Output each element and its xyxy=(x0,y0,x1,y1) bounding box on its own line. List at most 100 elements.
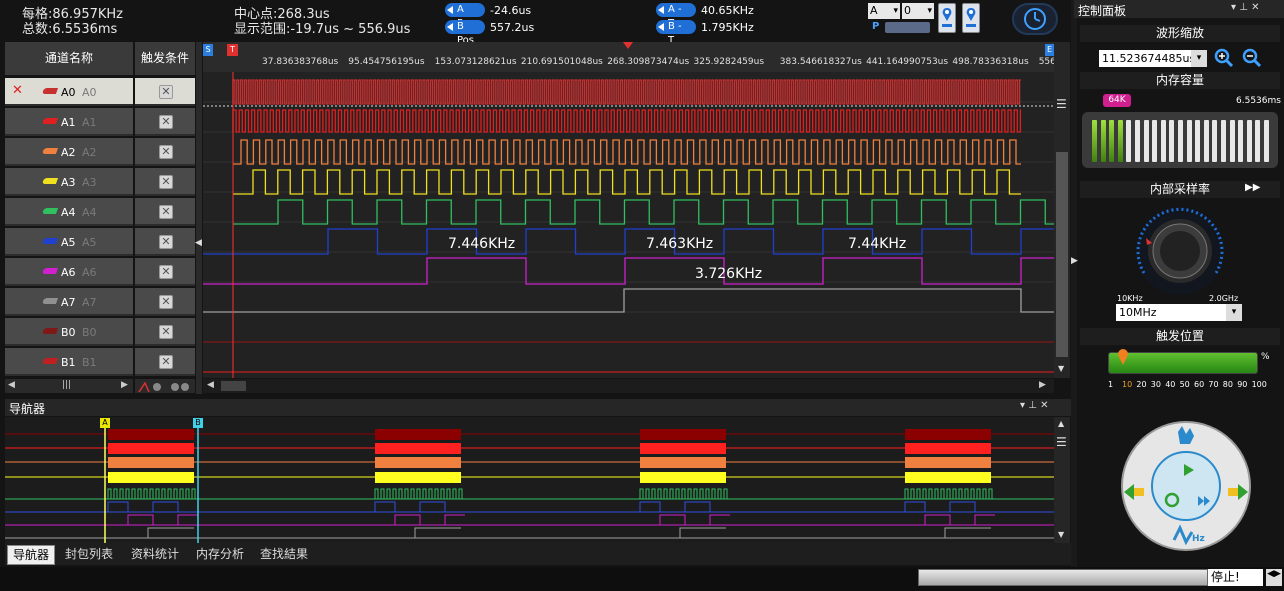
trigger-cell-a6[interactable]: ✕ xyxy=(135,258,195,286)
tab-packet-list[interactable]: 封包列表 xyxy=(65,545,113,565)
scroll-right-icon[interactable]: ▶ xyxy=(121,380,128,390)
memory-segment xyxy=(1169,120,1175,162)
panel-menu-icon[interactable]: ▾ ⊥ ✕ xyxy=(1231,2,1259,13)
scroll-down-icon[interactable]: ▼ xyxy=(1058,364,1064,373)
channel-alias: A6 xyxy=(82,266,97,279)
scroll-thumb[interactable]: ||| xyxy=(62,380,71,390)
trigger-any-icon[interactable]: ✕ xyxy=(159,295,173,309)
waveform-canvas[interactable] xyxy=(203,72,1054,378)
memory-segment xyxy=(1212,120,1218,162)
trigger-cell-a2[interactable]: ✕ xyxy=(135,138,195,166)
navigation-dpad[interactable]: Hz xyxy=(1120,420,1252,552)
channel-row-b0[interactable]: B0 B0 xyxy=(5,318,133,346)
memory-capacity-meter[interactable] xyxy=(1082,112,1278,168)
status-scroll[interactable]: ◀▶ xyxy=(1266,569,1282,586)
trigger-any-icon[interactable]: ✕ xyxy=(159,175,173,189)
trigger-cell-b0[interactable]: ✕ xyxy=(135,318,195,346)
trigger-any-icon[interactable]: ✕ xyxy=(159,235,173,249)
trigger-any-icon[interactable]: ✕ xyxy=(159,205,173,219)
channel-row-a0[interactable]: ✕ A0 A0 xyxy=(5,78,133,106)
trigger-cell-a5[interactable]: ✕ xyxy=(135,228,195,256)
chevron-down-icon: ▾ xyxy=(1191,50,1207,67)
trigger-any-icon[interactable]: ✕ xyxy=(159,325,173,339)
splitter-handle[interactable]: ◀ xyxy=(195,42,202,394)
cursor-select-b[interactable]: 0 ▾ xyxy=(902,3,934,19)
trigger-edge-icons[interactable] xyxy=(135,379,195,393)
trigger-any-icon[interactable]: ✕ xyxy=(159,145,173,159)
zoom-select[interactable]: 11.523674485us ▾ xyxy=(1099,50,1207,67)
channel-row-a5[interactable]: A5 A5 xyxy=(5,228,133,256)
channel-row-a7[interactable]: A7 A7 xyxy=(5,288,133,316)
trigger-cell-a7[interactable]: ✕ xyxy=(135,288,195,316)
channel-name: B0 xyxy=(61,326,76,339)
memory-segment xyxy=(1246,120,1252,162)
a-t-badge: A - T xyxy=(656,3,696,29)
zoom-out-button[interactable] xyxy=(1242,48,1262,72)
trigger-scale-label: 10 xyxy=(1122,380,1133,389)
trigger-position-thumb[interactable] xyxy=(1116,348,1130,370)
scroll-up-icon[interactable]: ▲ xyxy=(1058,419,1064,428)
clock-button[interactable] xyxy=(1012,3,1058,35)
end-marker[interactable]: E xyxy=(1045,44,1054,56)
vscroll-thumb[interactable] xyxy=(1056,152,1068,357)
navigator-marker-a[interactable]: A xyxy=(100,418,110,428)
channel-row-a4[interactable]: A4 A4 xyxy=(5,198,133,226)
trigger-position-slider[interactable] xyxy=(1108,352,1258,374)
trigger-scale-label: 100 xyxy=(1251,380,1267,389)
navigator-block xyxy=(640,429,726,440)
p-bar[interactable] xyxy=(885,22,930,33)
trigger-marker[interactable]: T xyxy=(227,44,238,56)
trigger-scale-label: 60 xyxy=(1194,380,1205,389)
channel-row-a1[interactable]: A1 A1 xyxy=(5,108,133,136)
trigger-cell-b1[interactable]: ✕ xyxy=(135,348,195,376)
start-marker[interactable]: S xyxy=(203,44,213,56)
scroll-left-icon[interactable]: ◀ xyxy=(207,380,214,390)
waveform-vscrollbar[interactable]: ☰ ▼ xyxy=(1054,42,1070,378)
trigger-any-icon[interactable]: ✕ xyxy=(159,85,173,99)
memory-badge: 64K xyxy=(1103,94,1131,107)
trigger-any-icon[interactable]: ✕ xyxy=(159,115,173,129)
scroll-right-icon[interactable]: ▶ xyxy=(1039,380,1046,390)
navigator-menu-icon[interactable]: ▾ ⊥ ✕ xyxy=(1020,400,1048,411)
navigator-block xyxy=(108,443,194,454)
tab-data-statistics[interactable]: 资料统计 xyxy=(131,545,179,565)
channel-row-a6[interactable]: A6 A6 xyxy=(5,258,133,286)
hscroll-thumb[interactable] xyxy=(221,381,246,391)
navigator-marker-b[interactable]: B xyxy=(193,418,203,428)
sample-rate-select[interactable]: 10MHz ▾ xyxy=(1116,304,1242,321)
memory-segment xyxy=(1264,120,1269,162)
channel-list-scrollbar[interactable]: ◀ ||| ▶ xyxy=(5,379,133,393)
memory-segment xyxy=(1221,120,1226,162)
scroll-down-icon[interactable]: ▼ xyxy=(1058,530,1064,539)
navigator-block xyxy=(108,457,194,468)
navigator-canvas[interactable] xyxy=(5,417,1054,543)
navigator-scrollbar[interactable]: ▲ ☰ ▼ xyxy=(1054,417,1070,543)
right-splitter[interactable]: ▶ xyxy=(1071,0,1078,568)
pin-marker-button-2[interactable] xyxy=(962,3,980,33)
timeline-tick-label: 498.78336318us xyxy=(952,57,1029,67)
channel-row-b1[interactable]: B1 B1 xyxy=(5,348,133,376)
trigger-cell-a0[interactable]: ✕ xyxy=(135,78,195,106)
zoom-in-button[interactable] xyxy=(1214,48,1234,72)
trigger-cell-a4[interactable]: ✕ xyxy=(135,198,195,226)
cursor-select-a[interactable]: A ▾ xyxy=(868,3,900,19)
zoom-in-icon xyxy=(1214,48,1234,68)
channel-alias: A4 xyxy=(82,206,97,219)
trigger-any-icon[interactable]: ✕ xyxy=(159,355,173,369)
tab-navigator[interactable]: 导航器 xyxy=(7,545,55,565)
scroll-left-icon[interactable]: ◀ xyxy=(8,380,15,390)
channel-alias: B1 xyxy=(82,356,97,369)
channel-row-a2[interactable]: A2 A2 xyxy=(5,138,133,166)
hz-label: Hz xyxy=(1192,534,1205,544)
fast-forward-icon[interactable]: ▶▶ xyxy=(1245,182,1260,193)
waveform-hscrollbar[interactable]: ◀ ▶ xyxy=(203,379,1054,393)
channel-row-a3[interactable]: A3 A3 xyxy=(5,168,133,196)
tab-search-results[interactable]: 查找結果 xyxy=(260,545,308,565)
remove-channel-icon[interactable]: ✕ xyxy=(12,83,23,98)
sample-rate-knob[interactable] xyxy=(1128,203,1232,295)
trigger-any-icon[interactable]: ✕ xyxy=(159,265,173,279)
trigger-cell-a1[interactable]: ✕ xyxy=(135,108,195,136)
tab-memory-analysis[interactable]: 内存分析 xyxy=(196,545,244,565)
pin-marker-button-1[interactable] xyxy=(938,3,956,33)
trigger-cell-a3[interactable]: ✕ xyxy=(135,168,195,196)
